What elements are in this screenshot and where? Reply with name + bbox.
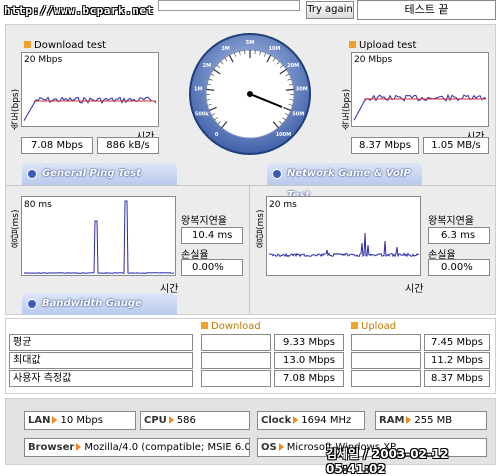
download-title-text: Download test <box>34 40 106 51</box>
cpu-value: 586 <box>177 415 196 426</box>
ping-tab-icon <box>27 169 37 179</box>
arrow-right-icon <box>293 416 298 424</box>
game-tab-icon <box>272 169 282 179</box>
timestamp-stamp: 김세일 / 2003-02-12 05:41:02 <box>326 445 500 476</box>
bandwidth-gauge: 0 500k 1M 2M 3M 5M 10M 20M 30M 50M 100M <box>188 29 312 159</box>
clock-label: Clock <box>261 415 291 426</box>
result-row-upload-value: 7.45 Mbps <box>424 334 490 351</box>
cpu-info: CPU 586 <box>140 411 250 430</box>
arrow-right-icon <box>279 443 284 451</box>
result-row-upload-value: 8.37 Mbps <box>424 370 490 387</box>
results-download-heading: Download <box>201 321 261 332</box>
ping-right-rtt-label: 왕복지연율 <box>428 212 474 227</box>
site-url-text: http://www.bcpark.net <box>4 4 154 17</box>
orange-bullet-icon <box>24 41 31 48</box>
try-again-button[interactable]: Try again <box>306 1 354 19</box>
result-row-download-bar <box>201 352 271 369</box>
results-download-heading-text: Download <box>211 321 261 332</box>
browser-info: Browser Mozilla/4.0 (compatible; MSIE 6.0 <box>24 438 250 457</box>
upload-speed-mbps: 8.37 Mbps <box>351 137 419 154</box>
upload-speed-mbs: 1.05 MB/s <box>423 137 489 154</box>
ping-left-series-line <box>24 201 174 273</box>
result-row-download-value: 7.08 Mbps <box>274 370 344 387</box>
result-row-label: 최대값 <box>9 352 193 369</box>
result-row-upload-bar <box>351 334 421 351</box>
orange-bullet-icon <box>351 322 358 329</box>
bandwidth-tab-icon <box>27 299 37 309</box>
divider <box>249 186 250 314</box>
orange-bullet-icon <box>201 322 208 329</box>
result-row-label: 평균 <box>9 334 193 351</box>
gauge-tick-label: 20M <box>287 63 299 69</box>
arrow-right-icon <box>169 416 174 424</box>
url-bar <box>158 0 300 11</box>
browser-label: Browser <box>28 442 74 453</box>
ping-right-rtt-value: 6.3 ms <box>428 227 490 244</box>
result-row-download-value: 13.0 Mbps <box>274 352 344 369</box>
ping-right-y-max-label: 20 ms <box>269 200 297 210</box>
gauge-tick-label: 500k <box>195 111 209 117</box>
tab-general-ping-label: General Ping Test <box>42 168 141 179</box>
ping-right-x-label: 시간 <box>405 280 423 295</box>
upload-title-text: Upload test <box>359 40 416 51</box>
gauge-tick-label: 10M <box>268 46 280 52</box>
gauge-tick-label: 3M <box>221 46 229 52</box>
cpu-label: CPU <box>144 415 167 426</box>
gauge-tick-label: 2M <box>203 63 211 69</box>
gauge-tick-label: 5M <box>246 40 254 46</box>
browser-value: Mozilla/4.0 (compatible; MSIE 6.0 <box>84 442 250 453</box>
lan-info: LAN 10 Mbps <box>24 411 136 430</box>
arrow-right-icon <box>52 416 57 424</box>
ram-value: 255 MB <box>414 415 452 426</box>
ram-label: RAM <box>379 415 404 426</box>
ping-right-series-line <box>269 233 419 257</box>
gauge-tick-label: 50M <box>292 111 304 117</box>
download-test-title: Download test <box>24 40 106 51</box>
ping-left-y-max-label: 80 ms <box>24 200 52 210</box>
lan-label: LAN <box>28 415 50 426</box>
upload-y-max-label: 20 Mbps <box>354 55 392 65</box>
tab-bandwidth-label: Bandwidth Gauge <box>42 298 142 309</box>
download-speed-kbs: 886 kB/s <box>97 137 159 154</box>
clock-info: Clock 1694 MHz <box>257 411 365 430</box>
download-speed-mbps: 7.08 Mbps <box>21 137 93 154</box>
lan-value: 10 Mbps <box>60 415 102 426</box>
tab-bandwidth-gauge[interactable]: Bandwidth Gauge <box>22 293 177 315</box>
tab-network-game-voip-test[interactable]: Network Game & VoIP Test <box>267 163 422 185</box>
ping-left-rtt-value: 10.4 ms <box>181 227 243 244</box>
ping-left-rtt-label: 왕복지연율 <box>181 212 227 227</box>
gauge-tick-label: 30M <box>296 87 308 93</box>
result-row-label: 사용자 측정값 <box>9 370 193 387</box>
tab-general-ping-test[interactable]: General Ping Test <box>22 163 177 185</box>
result-row-download-bar <box>201 334 271 351</box>
ram-info: RAM 255 MB <box>375 411 487 430</box>
clock-value: 1694 MHz <box>301 415 351 426</box>
ping-right-loss-value: 0.00% <box>428 259 490 276</box>
gauge-tick-label: 0 <box>215 132 219 138</box>
ping-left-loss-value: 0.00% <box>181 259 243 276</box>
result-row-upload-value: 11.2 Mbps <box>424 352 490 369</box>
arrow-right-icon <box>76 443 81 451</box>
os-label: OS <box>261 442 277 453</box>
results-upload-heading-text: Upload <box>361 321 396 332</box>
gauge-tick-label: 1M <box>194 87 202 93</box>
result-row-download-value: 9.33 Mbps <box>274 334 344 351</box>
gauge-tick-label: 100M <box>276 132 291 138</box>
gauge-tick <box>206 89 214 90</box>
results-upload-heading: Upload <box>351 321 396 332</box>
arrow-right-icon <box>406 416 411 424</box>
download-y-max-label: 20 Mbps <box>24 55 62 65</box>
upload-test-title: Upload test <box>349 40 416 51</box>
divider <box>6 185 495 186</box>
test-status-box: 테스트 끝 <box>357 0 496 20</box>
orange-bullet-icon <box>349 41 356 48</box>
result-row-upload-bar <box>351 370 421 387</box>
gauge-tick <box>286 89 294 90</box>
result-row-upload-bar <box>351 352 421 369</box>
gauge-hub <box>247 91 253 97</box>
result-row-download-bar <box>201 370 271 387</box>
